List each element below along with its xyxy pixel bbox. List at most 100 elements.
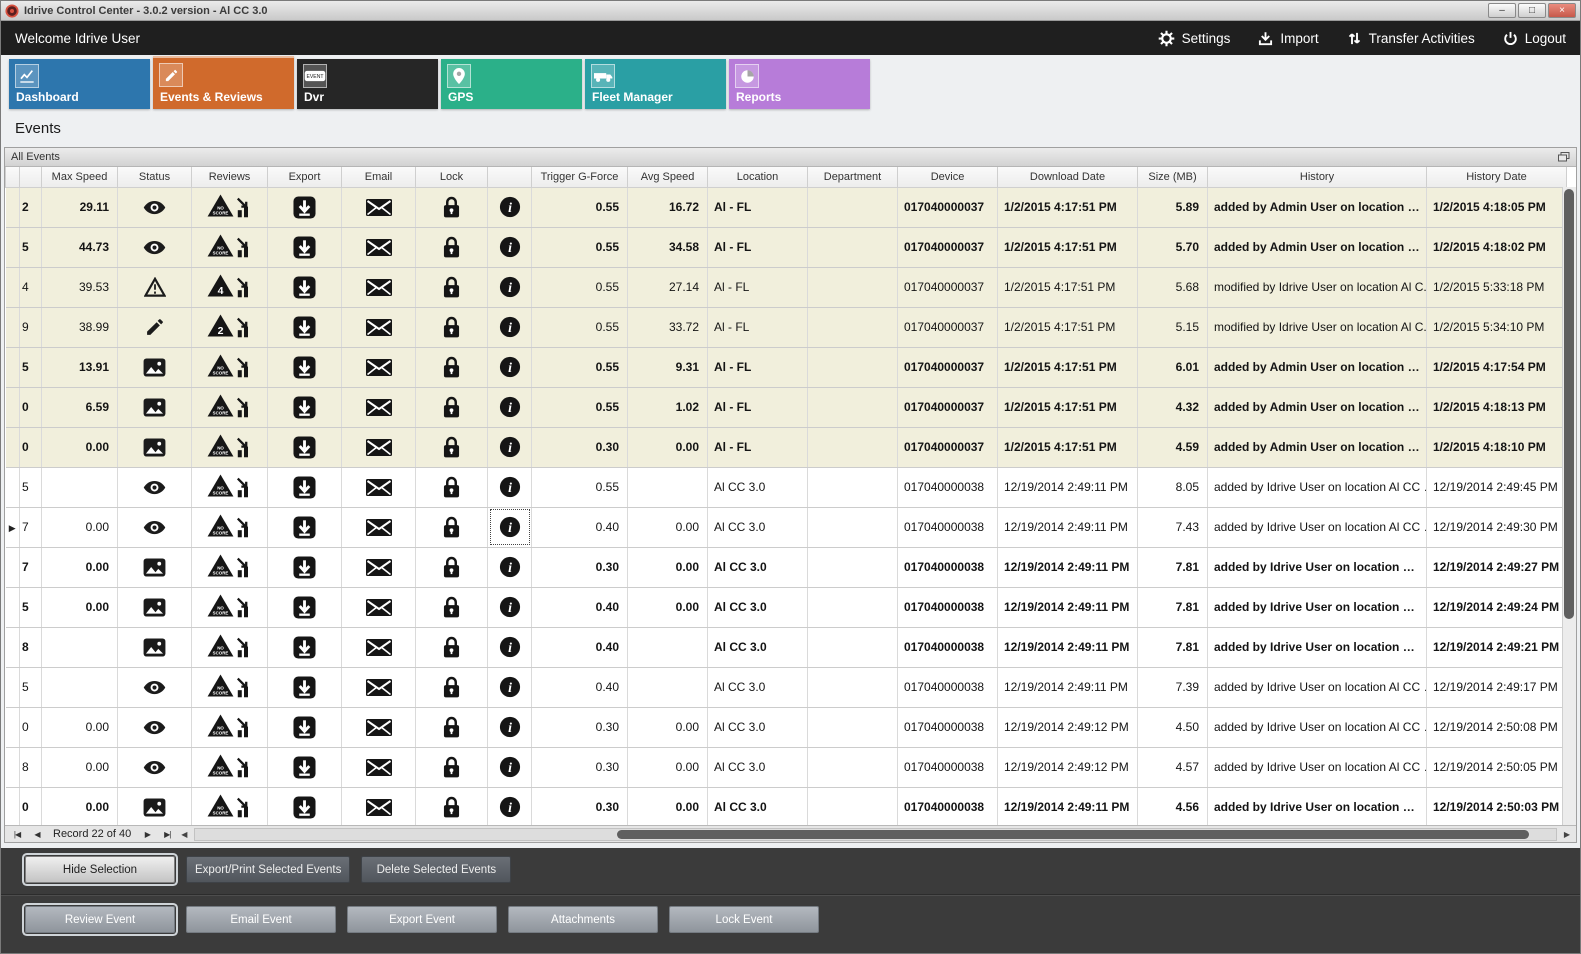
table-row[interactable]: 513.91NOSCOREi0.559.31Al - FL01704000003… xyxy=(6,347,1567,387)
action-lock-event-button[interactable]: Lock Event xyxy=(669,906,819,933)
review-score-badge[interactable]: NOSCORE xyxy=(207,594,234,620)
table-row[interactable]: 50.00NOSCOREi0.400.00Al CC 3.00170400000… xyxy=(6,587,1567,627)
info-icon[interactable]: i xyxy=(499,796,521,818)
email-icon[interactable] xyxy=(366,399,392,416)
review-score-badge[interactable]: NOSCORE xyxy=(207,394,234,420)
maximize-icon[interactable]: □ xyxy=(1518,3,1546,18)
menu-item-transfer-activities[interactable]: Transfer Activities xyxy=(1347,31,1475,46)
review-score-badge[interactable]: NOSCORE xyxy=(207,634,234,660)
export-icon[interactable] xyxy=(293,756,316,779)
table-row[interactable]: 229.11NOSCOREi0.5516.72Al - FL0170400000… xyxy=(6,187,1567,227)
reviews-cell[interactable]: 2 xyxy=(192,307,268,347)
col-header-lock[interactable]: Lock xyxy=(416,167,488,187)
info-icon[interactable]: i xyxy=(499,516,521,538)
email-icon[interactable] xyxy=(366,439,392,456)
info-icon[interactable]: i xyxy=(499,236,521,258)
col-header-status[interactable]: Status xyxy=(118,167,192,187)
export-icon[interactable] xyxy=(293,236,316,259)
lock-icon[interactable] xyxy=(443,236,460,258)
reviews-cell[interactable]: NOSCORE xyxy=(192,507,268,547)
reviews-cell[interactable]: NOSCORE xyxy=(192,227,268,267)
next-record-button[interactable]: ▶ xyxy=(137,830,157,839)
reviews-cell[interactable]: NOSCORE xyxy=(192,187,268,227)
export-icon[interactable] xyxy=(293,516,316,539)
info-icon[interactable]: i xyxy=(499,356,521,378)
lock-icon[interactable] xyxy=(443,756,460,778)
lock-icon[interactable] xyxy=(443,556,460,578)
email-icon[interactable] xyxy=(366,799,392,816)
tab-reports[interactable]: Reports xyxy=(729,59,870,109)
action-delete-selected-events-button[interactable]: Delete Selected Events xyxy=(361,856,511,883)
reviews-cell[interactable]: NOSCORE xyxy=(192,787,268,825)
export-icon[interactable] xyxy=(293,196,316,219)
email-icon[interactable] xyxy=(366,199,392,216)
email-icon[interactable] xyxy=(366,679,392,696)
review-score-badge[interactable]: NOSCORE xyxy=(207,514,234,540)
email-icon[interactable] xyxy=(366,479,392,496)
table-row[interactable]: 938.992i0.5533.72Al - FL0170400000371/2/… xyxy=(6,307,1567,347)
export-icon[interactable] xyxy=(293,396,316,419)
col-header-department[interactable]: Department xyxy=(808,167,898,187)
export-icon[interactable] xyxy=(293,716,316,739)
lock-icon[interactable] xyxy=(443,436,460,458)
export-icon[interactable] xyxy=(293,556,316,579)
hscroll-left-icon[interactable]: ◀ xyxy=(177,830,191,839)
info-icon[interactable]: i xyxy=(499,636,521,658)
info-icon[interactable]: i xyxy=(499,556,521,578)
lock-icon[interactable] xyxy=(443,596,460,618)
review-score-badge[interactable]: NOSCORE xyxy=(207,474,234,500)
review-score-badge[interactable]: NOSCORE xyxy=(207,554,234,580)
col-header-reviews[interactable]: Reviews xyxy=(192,167,268,187)
vertical-scrollbar-thumb[interactable] xyxy=(1564,189,1574,619)
table-row[interactable]: 00.00NOSCOREi0.300.00Al - FL017040000037… xyxy=(6,427,1567,467)
review-score-badge[interactable]: NOSCORE xyxy=(207,194,234,220)
table-row[interactable]: 80.00NOSCOREi0.300.00Al CC 3.00170400000… xyxy=(6,747,1567,787)
reviews-cell[interactable]: NOSCORE xyxy=(192,387,268,427)
review-score-badge[interactable]: NOSCORE xyxy=(207,354,234,380)
lock-icon[interactable] xyxy=(443,276,460,298)
last-record-button[interactable]: ▶| xyxy=(157,830,177,839)
export-icon[interactable] xyxy=(293,356,316,379)
email-icon[interactable] xyxy=(366,639,392,656)
col-header-device[interactable]: Device xyxy=(898,167,998,187)
info-icon[interactable]: i xyxy=(499,676,521,698)
tab-events-reviews[interactable]: Events & Reviews xyxy=(153,56,294,109)
col-header-export[interactable]: Export xyxy=(268,167,342,187)
col-header-email[interactable]: Email xyxy=(342,167,416,187)
tab-gps[interactable]: GPS xyxy=(441,59,582,109)
export-icon[interactable] xyxy=(293,476,316,499)
reviews-cell[interactable]: NOSCORE xyxy=(192,667,268,707)
review-score-badge[interactable]: NOSCORE xyxy=(207,794,234,820)
lock-icon[interactable] xyxy=(443,356,460,378)
horizontal-scrollbar-thumb[interactable] xyxy=(617,830,1529,839)
col-header-max-speed[interactable]: Max Speed xyxy=(42,167,118,187)
reviews-cell[interactable]: NOSCORE xyxy=(192,747,268,787)
review-score-badge[interactable]: 2 xyxy=(207,314,234,340)
col-header-avg-speed[interactable]: Avg Speed xyxy=(628,167,708,187)
review-score-badge[interactable]: NOSCORE xyxy=(207,714,234,740)
info-icon[interactable]: i xyxy=(499,476,521,498)
action-hide-selection-button[interactable]: Hide Selection xyxy=(25,856,175,883)
review-score-badge[interactable]: NOSCORE xyxy=(207,674,234,700)
email-icon[interactable] xyxy=(366,559,392,576)
export-icon[interactable] xyxy=(293,676,316,699)
action-export-print-selected-events-button[interactable]: Export/Print Selected Events xyxy=(186,856,350,883)
email-icon[interactable] xyxy=(366,519,392,536)
reviews-cell[interactable]: NOSCORE xyxy=(192,627,268,667)
email-icon[interactable] xyxy=(366,279,392,296)
table-row[interactable]: 5NOSCOREi0.55Al CC 3.001704000003812/19/… xyxy=(6,467,1567,507)
hscroll-right-icon[interactable]: ▶ xyxy=(1560,830,1574,839)
restore-panel-icon[interactable] xyxy=(1558,152,1570,162)
lock-icon[interactable] xyxy=(443,396,460,418)
reviews-cell[interactable]: NOSCORE xyxy=(192,467,268,507)
reviews-cell[interactable]: NOSCORE xyxy=(192,347,268,387)
review-score-badge[interactable]: NOSCORE xyxy=(207,234,234,260)
menu-item-import[interactable]: Import xyxy=(1258,31,1318,46)
close-icon[interactable]: × xyxy=(1548,3,1576,18)
review-score-badge[interactable]: 4 xyxy=(207,274,234,300)
export-icon[interactable] xyxy=(293,636,316,659)
info-icon[interactable]: i xyxy=(499,436,521,458)
table-row[interactable]: 544.73NOSCOREi0.5534.58Al - FL0170400000… xyxy=(6,227,1567,267)
review-score-badge[interactable]: NOSCORE xyxy=(207,754,234,780)
export-icon[interactable] xyxy=(293,436,316,459)
